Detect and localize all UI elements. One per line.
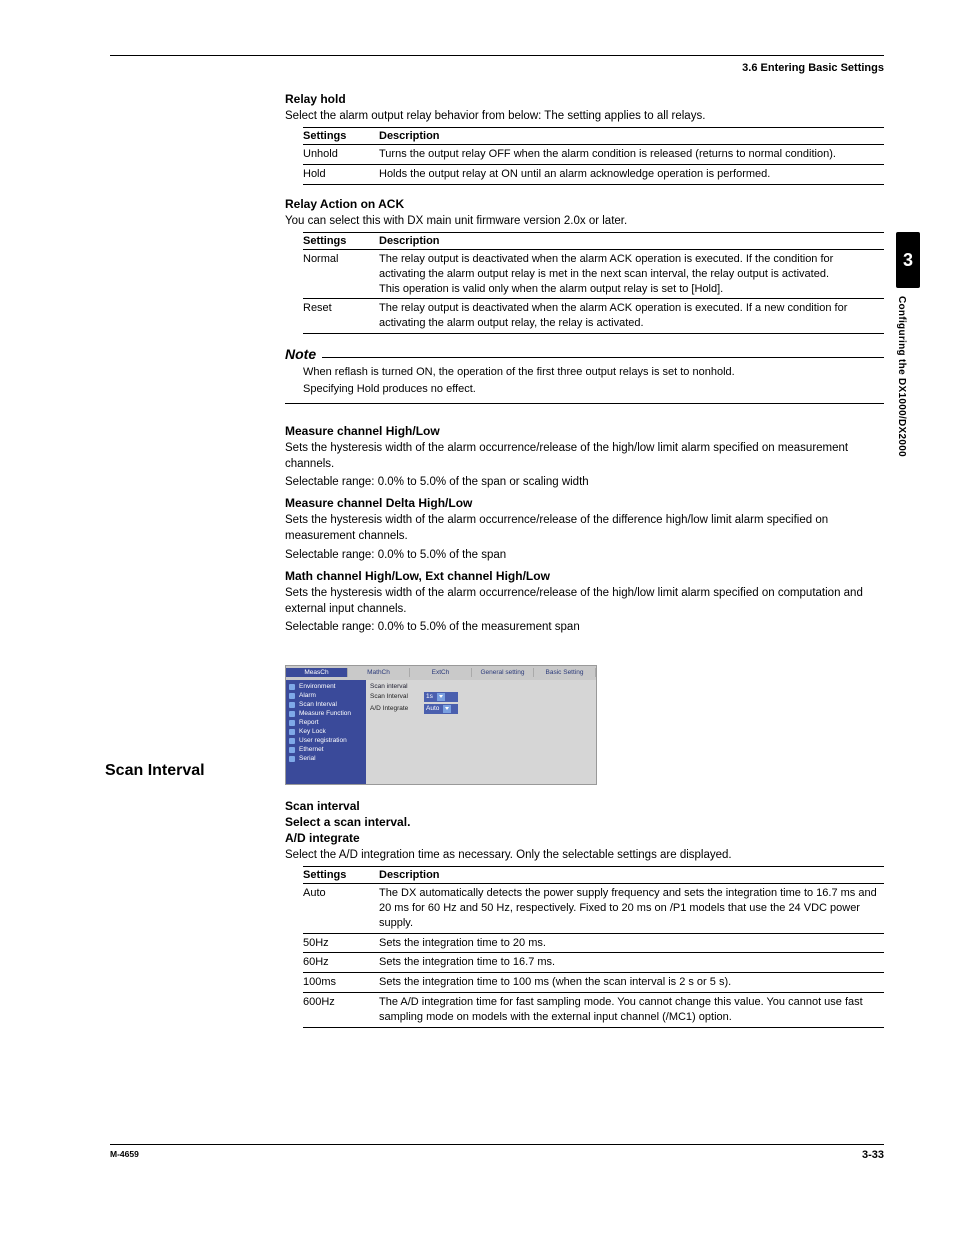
tab-mathch[interactable]: MathCh <box>348 668 410 677</box>
table-row: 50HzSets the integration time to 20 ms. <box>303 933 884 953</box>
note-end-rule-icon <box>285 403 884 404</box>
heading-scan-interval: Scan Interval <box>105 762 205 780</box>
note-rule-icon <box>322 357 884 358</box>
scan-interval-instruction: Select a scan interval. <box>285 815 884 829</box>
chevron-down-icon <box>437 693 445 701</box>
sidebar-item-measure-function[interactable]: Measure Function <box>289 709 363 718</box>
table-row: Hold Holds the output relay at ON until … <box>303 164 884 184</box>
chapter-number-badge: 3 <box>896 232 920 288</box>
heading-ad-integrate: A/D integrate <box>285 831 884 845</box>
sidebar-item-scan-interval[interactable]: Scan Interval <box>289 700 363 709</box>
table-row: AutoThe DX automatically detects the pow… <box>303 884 884 934</box>
running-header: 3.6 Entering Basic Settings <box>110 62 884 74</box>
field-label-ad-integrate: A/D Integrate <box>370 705 424 712</box>
note-line: When reflash is turned ON, the operation… <box>303 364 884 381</box>
meas-hl-p2: Selectable range: 0.0% to 5.0% of the sp… <box>285 474 884 490</box>
note-line: Specifying Hold produces no effect. <box>303 381 884 398</box>
sidebar-item-ethernet[interactable]: Ethernet <box>289 745 363 754</box>
group-label: Scan interval <box>370 683 592 690</box>
table-row: 600HzThe A/D integration time for fast s… <box>303 993 884 1028</box>
math-hl-p2: Selectable range: 0.0% to 5.0% of the me… <box>285 619 884 635</box>
note-heading: Note <box>285 346 884 362</box>
chapter-title-vertical: Configuring the DX1000/DX2000 <box>896 296 907 526</box>
footer-page-number: 3-33 <box>862 1149 884 1161</box>
dropdown-scan-interval[interactable]: 1s <box>424 692 458 702</box>
sidebar-item-user-registration[interactable]: User registration <box>289 736 363 745</box>
tab-measch[interactable]: MeasCh <box>286 668 348 677</box>
field-label-scan-interval: Scan Interval <box>370 693 424 700</box>
col-settings: Settings <box>303 128 379 145</box>
heading-meas-hl: Measure channel High/Low <box>285 424 884 438</box>
table-row: Normal The relay output is deactivated w… <box>303 249 884 299</box>
col-description: Description <box>379 128 884 145</box>
col-description: Description <box>379 867 884 884</box>
tab-general-setting[interactable]: General setting <box>472 668 534 677</box>
heading-relay-ack: Relay Action on ACK <box>285 197 884 211</box>
table-relay-ack: Settings Description Normal The relay ou… <box>303 232 884 334</box>
table-row: Unhold Turns the output relay OFF when t… <box>303 145 884 165</box>
chapter-thumb-tab: 3 Configuring the DX1000/DX2000 <box>896 232 922 652</box>
col-settings: Settings <box>303 232 379 249</box>
screenshot-sidebar: Environment Alarm Scan Interval Measure … <box>286 680 366 784</box>
meas-dhl-p1: Sets the hysteresis width of the alarm o… <box>285 512 884 544</box>
table-row: 100msSets the integration time to 100 ms… <box>303 973 884 993</box>
chevron-down-icon <box>443 705 451 713</box>
dropdown-ad-integrate[interactable]: Auto <box>424 704 458 714</box>
relay-ack-intro: You can select this with DX main unit fi… <box>285 213 884 229</box>
sidebar-item-key-lock[interactable]: Key Lock <box>289 727 363 736</box>
table-ad-integrate: Settings Description AutoThe DX automati… <box>303 866 884 1028</box>
tab-extch[interactable]: ExtCh <box>410 668 472 677</box>
heading-meas-dhl: Measure channel Delta High/Low <box>285 496 884 510</box>
heading-math-hl: Math channel High/Low, Ext channel High/… <box>285 569 884 583</box>
config-screenshot: MeasCh MathCh ExtCh General setting Basi… <box>285 665 597 785</box>
heading-relay-hold: Relay hold <box>285 92 884 106</box>
heading-scan-interval-sub: Scan interval <box>285 799 884 813</box>
sidebar-item-report[interactable]: Report <box>289 718 363 727</box>
meas-hl-p1: Sets the hysteresis width of the alarm o… <box>285 440 884 472</box>
relay-hold-intro: Select the alarm output relay behavior f… <box>285 108 884 124</box>
sidebar-item-alarm[interactable]: Alarm <box>289 691 363 700</box>
table-row: Reset The relay output is deactivated wh… <box>303 299 884 334</box>
table-relay-hold: Settings Description Unhold Turns the ou… <box>303 127 884 185</box>
table-row: 60HzSets the integration time to 16.7 ms… <box>303 953 884 973</box>
sidebar-item-serial[interactable]: Serial <box>289 754 363 763</box>
sidebar-item-environment[interactable]: Environment <box>289 682 363 691</box>
footer-doc-id: M-4659 <box>110 1149 139 1161</box>
meas-dhl-p2: Selectable range: 0.0% to 5.0% of the sp… <box>285 547 884 563</box>
col-settings: Settings <box>303 867 379 884</box>
ad-integrate-intro: Select the A/D integration time as neces… <box>285 847 884 863</box>
tab-basic-setting[interactable]: Basic Setting <box>534 668 596 677</box>
math-hl-p1: Sets the hysteresis width of the alarm o… <box>285 585 884 617</box>
col-description: Description <box>379 232 884 249</box>
